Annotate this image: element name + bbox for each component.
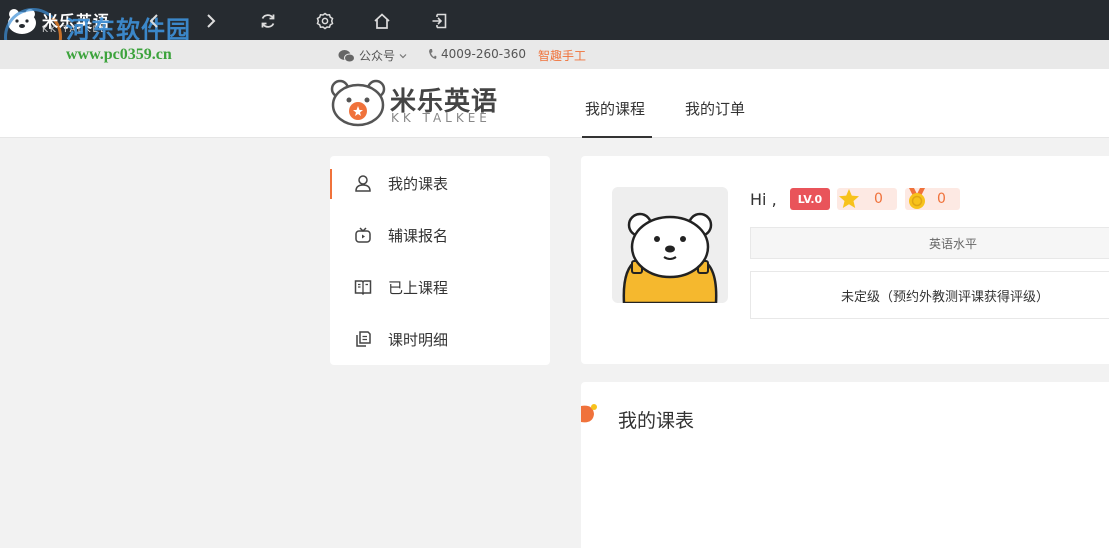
sidebar-item-label: 辅课报名 bbox=[388, 226, 449, 245]
active-tab-indicator bbox=[582, 136, 652, 138]
tv-icon bbox=[355, 227, 371, 243]
site-header: 米乐英语 KK TALKEE 我的课程 我的订单 bbox=[0, 69, 1109, 138]
medal-icon bbox=[909, 188, 925, 209]
refresh-icon bbox=[261, 14, 275, 28]
sidebar-item-label: 课时明细 bbox=[388, 330, 449, 349]
medals-stat: 0 bbox=[905, 188, 960, 210]
title-bar: 米乐英语 KK TALKEE 河东软件园 bbox=[0, 0, 1109, 66]
wechat-account-dropdown[interactable]: 公众号 bbox=[338, 47, 407, 64]
home-icon bbox=[374, 13, 390, 29]
wechat-icon bbox=[338, 49, 355, 62]
medals-count: 0 bbox=[937, 191, 946, 207]
level-status-text: 未定级（预约外教测评课获得评级） bbox=[841, 289, 1050, 305]
forward-button[interactable] bbox=[200, 10, 222, 32]
stars-count: 0 bbox=[874, 191, 883, 207]
phone-icon bbox=[429, 49, 437, 59]
brand-sub: KK TALKEE bbox=[391, 111, 491, 125]
phone-number: 4009-260-360 bbox=[428, 47, 526, 61]
bear-avatar-icon bbox=[622, 212, 718, 303]
level-status: 未定级（预约外教测评课获得评级） bbox=[750, 271, 1109, 319]
chevron-down-icon bbox=[399, 53, 407, 58]
sidebar-item-label: 已上课程 bbox=[388, 278, 449, 297]
level-badge: LV.0 bbox=[790, 188, 830, 210]
user-icon bbox=[355, 175, 371, 192]
greeting: Hi , bbox=[750, 190, 777, 209]
sidebar-item-my-schedule[interactable]: 我的课表 bbox=[330, 157, 550, 209]
chevron-right-icon bbox=[207, 14, 216, 28]
home-button[interactable] bbox=[371, 10, 393, 32]
back-button[interactable] bbox=[143, 10, 165, 32]
craft-link[interactable]: 智趣手工 bbox=[538, 47, 586, 64]
sidebar-item-label: 我的课表 bbox=[388, 174, 449, 193]
schedule-panel: 我的课表 bbox=[581, 382, 1109, 548]
star-icon bbox=[839, 189, 859, 208]
brand-logo-icon bbox=[330, 79, 386, 127]
sidebar-item-completed-courses[interactable]: 已上课程 bbox=[330, 261, 550, 313]
tab-my-orders[interactable]: 我的订单 bbox=[685, 98, 745, 119]
level-header-label: 英语水平 bbox=[929, 236, 978, 251]
sidebar-item-class-hours[interactable]: 课时明细 bbox=[330, 313, 550, 365]
info-bar: 公众号 4009-260-360 智趣手工 www.pc0359.cn bbox=[0, 40, 1109, 69]
avatar[interactable] bbox=[612, 187, 728, 303]
phone-text: 4009-260-360 bbox=[441, 47, 527, 61]
settings-button[interactable] bbox=[314, 10, 336, 32]
gear-icon bbox=[316, 12, 334, 30]
level-header: 英语水平 bbox=[750, 227, 1109, 259]
sidebar-item-tutorial-signup[interactable]: 辅课报名 bbox=[330, 209, 550, 261]
book-icon bbox=[354, 280, 372, 296]
active-item-indicator bbox=[330, 169, 332, 199]
watermark-url: www.pc0359.cn bbox=[66, 46, 172, 63]
sidebar: 我的课表 辅课报名 已上课程 课时明细 bbox=[330, 156, 550, 365]
stars-stat: 0 bbox=[837, 188, 897, 210]
profile-card: Hi , LV.0 0 0 英语水平 未定级（预约外教测评课获得评级） bbox=[581, 156, 1109, 364]
refresh-button[interactable] bbox=[257, 10, 279, 32]
section-marker-icon bbox=[581, 404, 597, 423]
chevron-left-icon bbox=[149, 14, 158, 28]
logout-button[interactable] bbox=[428, 10, 450, 32]
tab-my-courses[interactable]: 我的课程 bbox=[585, 98, 645, 119]
exit-icon bbox=[432, 13, 447, 29]
copy-icon bbox=[356, 331, 371, 347]
wechat-label: 公众号 bbox=[359, 49, 396, 63]
schedule-title: 我的课表 bbox=[618, 410, 695, 432]
